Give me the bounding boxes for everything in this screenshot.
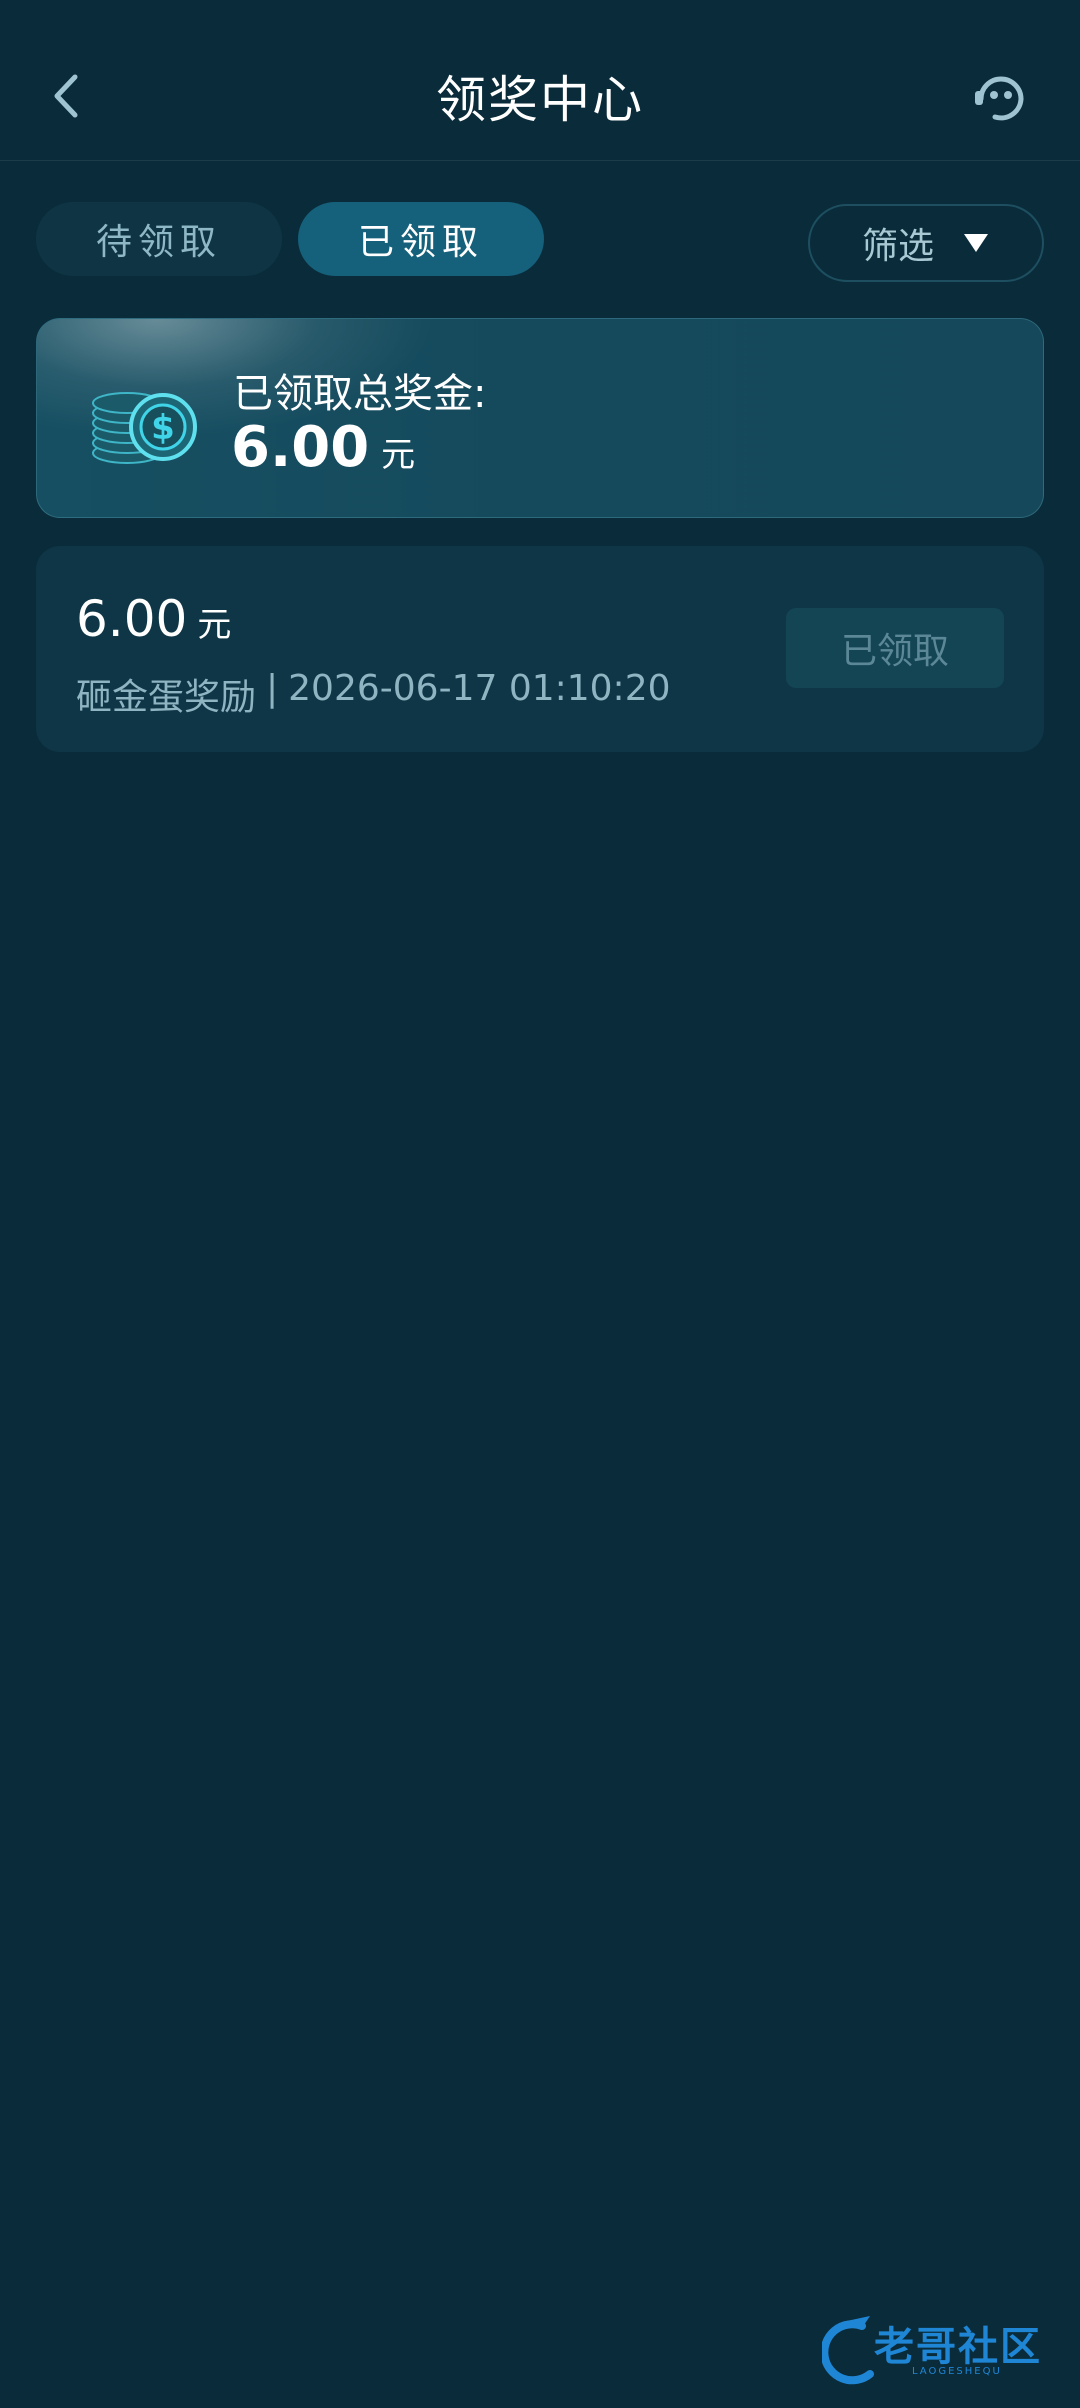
total-reward-amount: 6.00 元	[231, 415, 415, 480]
record-source: 砸金蛋奖励	[76, 677, 257, 718]
watermark-logo: 老哥社区 LAOGESHEQU	[822, 2308, 1062, 2388]
total-reward-value: 6.00	[231, 415, 370, 480]
total-reward-card: $ 已领取总奖金: 6.00 元	[36, 318, 1044, 518]
svg-text:$: $	[151, 408, 175, 448]
filter-label: 筛选	[861, 226, 934, 267]
record-amount-value: 6.00	[76, 590, 188, 648]
claim-status-tabs: 待领取 已领取	[36, 202, 544, 276]
record-amount: 6.00 元	[76, 590, 231, 648]
coin-stack-icon: $	[92, 392, 197, 464]
triangle-down-icon	[964, 234, 988, 252]
record-meta: 砸金蛋奖励 | 2026-06-17 01:10:20	[76, 668, 671, 720]
tab-claimed[interactable]: 已领取	[298, 202, 544, 276]
headset-chat-icon	[975, 76, 1024, 121]
customer-service-button[interactable]	[966, 60, 1036, 130]
record-separator: |	[266, 668, 279, 709]
page-title: 领奖中心	[436, 71, 644, 129]
record-amount-unit: 元	[197, 605, 232, 645]
list-item: 6.00 元 砸金蛋奖励 | 2026-06-17 01:10:20 已领取	[36, 546, 1044, 752]
total-reward-unit: 元	[381, 435, 416, 475]
record-timestamp: 2026-06-17 01:10:20	[288, 668, 671, 709]
watermark-text: 老哥社区	[874, 2324, 1042, 2370]
tab-pending[interactable]: 待领取	[36, 202, 282, 276]
filter-button[interactable]: 筛选	[808, 204, 1044, 282]
watermark-subtext: LAOGESHEQU	[912, 2366, 1002, 2377]
top-bar: 领奖中心	[0, 0, 1080, 161]
claimed-status-button: 已领取	[786, 608, 1004, 688]
total-reward-label: 已领取总奖金:	[233, 371, 487, 417]
